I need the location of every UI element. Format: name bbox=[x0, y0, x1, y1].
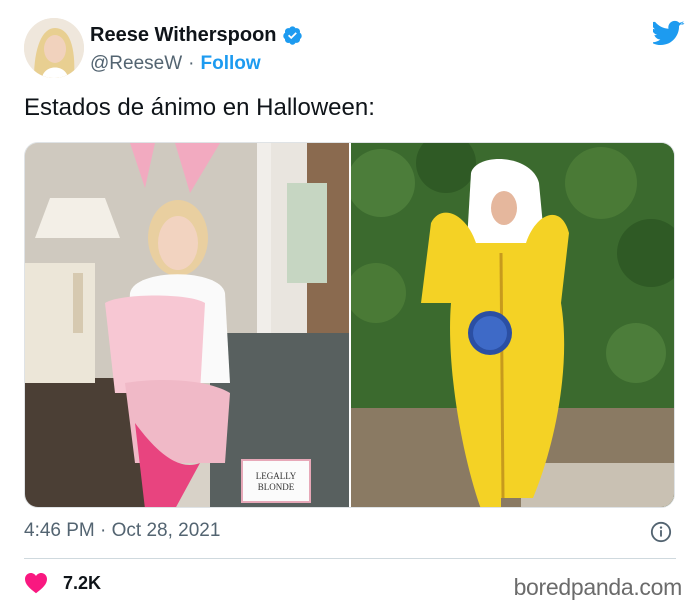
divider bbox=[24, 558, 676, 559]
tweet-header: Reese Witherspoon @ReeseW · Follow bbox=[24, 18, 685, 80]
tweet-card: Reese Witherspoon @ReeseW · Follow Estad… bbox=[0, 0, 700, 611]
tweet-text: Estados de ánimo en Halloween: bbox=[24, 94, 375, 121]
info-icon[interactable] bbox=[650, 521, 672, 543]
user-info: Reese Witherspoon @ReeseW · Follow bbox=[90, 22, 303, 77]
follow-button[interactable]: Follow bbox=[200, 53, 260, 75]
boredpanda-watermark: boredpanda.com bbox=[513, 574, 683, 600]
avatar[interactable] bbox=[24, 18, 84, 78]
separator-dot: · bbox=[188, 53, 195, 74]
photo-banana-costume[interactable] bbox=[351, 143, 674, 507]
heart-icon[interactable] bbox=[24, 572, 48, 594]
like-action[interactable]: 7.2K bbox=[24, 572, 101, 594]
legally-blonde-sign: LEGALLY BLONDE bbox=[241, 459, 311, 503]
tweet-timestamp[interactable]: 4:46 PM · Oct 28, 2021 bbox=[24, 520, 220, 542]
like-count: 7.2K bbox=[63, 572, 102, 593]
display-name[interactable]: Reese Witherspoon bbox=[90, 24, 277, 47]
photo-bunny-costume[interactable]: LEGALLY BLONDE bbox=[25, 143, 349, 507]
media-grid[interactable]: LEGALLY BLONDE bbox=[24, 142, 675, 508]
twitter-bird-icon[interactable] bbox=[653, 20, 685, 48]
user-handle[interactable]: @ReeseW bbox=[90, 53, 182, 75]
verified-badge-icon bbox=[282, 25, 302, 45]
